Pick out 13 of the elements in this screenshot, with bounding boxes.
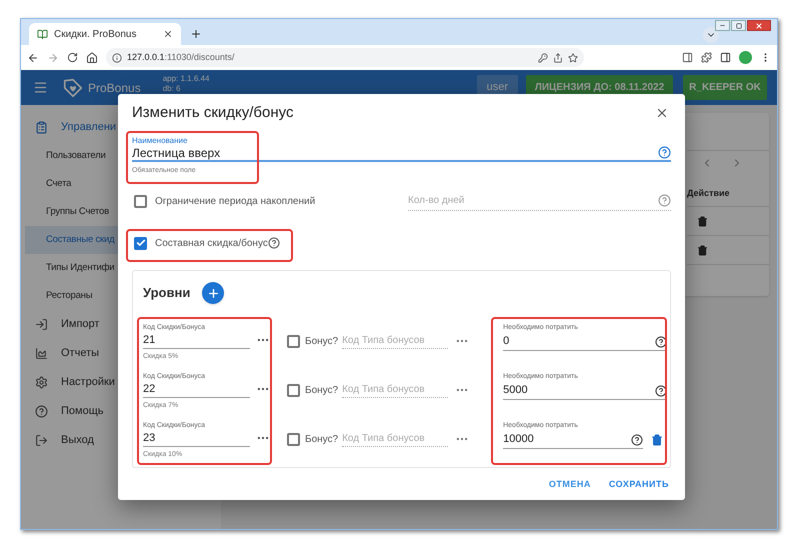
- column-header: Действие: [687, 186, 730, 200]
- section-title: Уровни: [143, 284, 190, 302]
- checkbox-label: Бонус?: [305, 384, 338, 398]
- app-version: app: 1.1.6.44: [162, 74, 210, 84]
- checkbox-label: Составная скидка/бонус: [155, 236, 268, 250]
- brand-name: ProBonus: [88, 80, 141, 96]
- field-label: Наименование: [132, 136, 188, 146]
- checkbox-label: Бонус?: [305, 334, 338, 348]
- db-version: db: 6: [162, 84, 182, 94]
- dialog-title: Изменить скидку/бонус: [132, 102, 294, 123]
- tab-title: Скидки. ProBonus: [54, 28, 138, 42]
- checkbox-label: Ограничение периода накоплений: [155, 194, 316, 208]
- checkbox-label: Бонус?: [305, 432, 338, 446]
